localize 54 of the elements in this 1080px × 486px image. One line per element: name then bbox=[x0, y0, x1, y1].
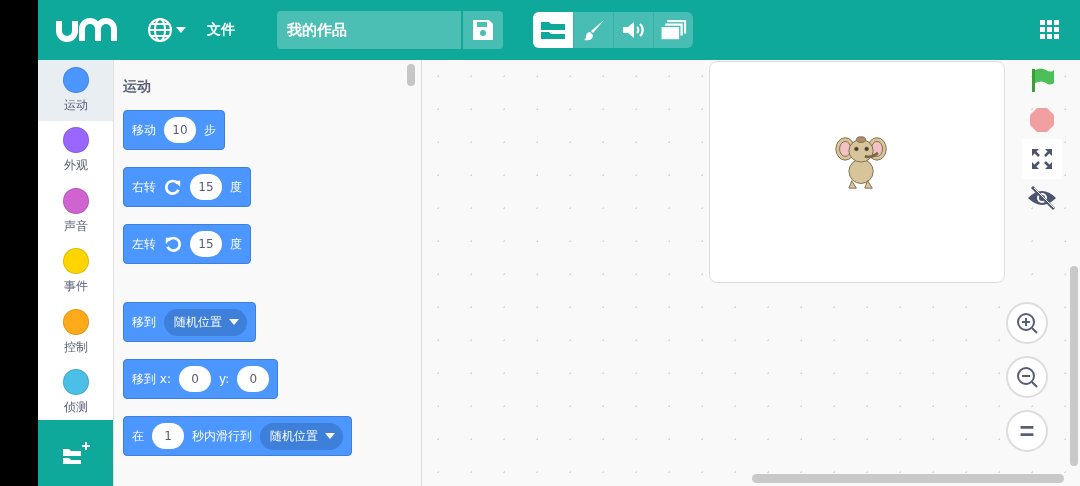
motion-block[interactable]: 右转 15 度 bbox=[123, 167, 251, 207]
expand-arrows-icon bbox=[1031, 148, 1053, 170]
editor-tab[interactable] bbox=[533, 12, 573, 48]
zoom-out-icon bbox=[1015, 365, 1039, 389]
category-label: 运动 bbox=[63, 96, 88, 114]
number-input[interactable]: 0 bbox=[237, 366, 270, 392]
number-input[interactable]: 1 bbox=[152, 423, 184, 449]
number-input[interactable]: 0 bbox=[178, 366, 211, 392]
category-label: 控制 bbox=[63, 338, 88, 356]
save-button[interactable] bbox=[463, 11, 503, 49]
zoom-out-button[interactable] bbox=[1006, 356, 1048, 398]
category-item[interactable]: 外观 bbox=[38, 120, 113, 181]
workspace-vertical-scrollbar[interactable] bbox=[1070, 266, 1078, 466]
category-item[interactable]: 事件 bbox=[38, 241, 113, 302]
flag-icon[interactable] bbox=[1029, 67, 1055, 93]
motion-block[interactable]: 移到 x: 0 y: 0 bbox=[123, 359, 279, 399]
globe-icon[interactable] bbox=[147, 17, 187, 43]
palette-scrollbar[interactable] bbox=[407, 64, 415, 86]
motion-block[interactable]: 在 1 秒内滑行到 随机位置 bbox=[123, 416, 352, 456]
number-input[interactable]: 10 bbox=[164, 117, 196, 143]
rotate-counterclockwise-icon bbox=[164, 235, 182, 253]
category-item[interactable]: 侦测 bbox=[38, 362, 113, 420]
caret-icon bbox=[229, 319, 239, 325]
motion-block[interactable]: 左转 15 度 bbox=[123, 224, 251, 264]
category-item[interactable]: 控制 bbox=[38, 302, 113, 363]
category-label: 事件 bbox=[63, 278, 88, 296]
stacked-windows-icon bbox=[660, 18, 687, 42]
stop-icon[interactable] bbox=[1029, 107, 1055, 133]
zoom-reset-button[interactable] bbox=[1006, 410, 1048, 452]
hidden-eye-icon[interactable] bbox=[1026, 185, 1058, 211]
category-label: 外观 bbox=[63, 157, 88, 175]
fullscreen-button[interactable] bbox=[1022, 139, 1062, 179]
number-input[interactable]: 15 bbox=[190, 231, 222, 257]
position-dropdown[interactable]: 随机位置 bbox=[260, 422, 343, 450]
category-item[interactable]: 声音 bbox=[38, 181, 113, 242]
category-label: 声音 bbox=[63, 217, 88, 235]
motion-block[interactable]: 移到 随机位置 bbox=[123, 302, 256, 342]
workspace-horizontal-scrollbar[interactable] bbox=[752, 474, 1064, 483]
palette-heading: 运动 bbox=[123, 78, 152, 96]
app-grid-icon[interactable] bbox=[1040, 20, 1060, 40]
code-blocks-icon bbox=[539, 19, 567, 41]
zoom-in-button[interactable] bbox=[1006, 302, 1048, 344]
rotate-clockwise-icon bbox=[164, 178, 182, 196]
number-input[interactable]: 15 bbox=[190, 174, 222, 200]
zoom-in-icon bbox=[1015, 311, 1039, 335]
category-label: 侦测 bbox=[63, 399, 88, 417]
speaker-icon bbox=[620, 19, 647, 41]
position-dropdown[interactable]: 随机位置 bbox=[164, 308, 247, 336]
caret-icon bbox=[325, 433, 335, 439]
logo-icon[interactable] bbox=[55, 17, 119, 43]
add-extension-button[interactable] bbox=[38, 420, 113, 486]
category-item[interactable]: 运动 bbox=[38, 60, 113, 121]
motion-block[interactable]: 移动 10 步 bbox=[123, 110, 225, 150]
blocks-plus-icon bbox=[60, 441, 91, 465]
